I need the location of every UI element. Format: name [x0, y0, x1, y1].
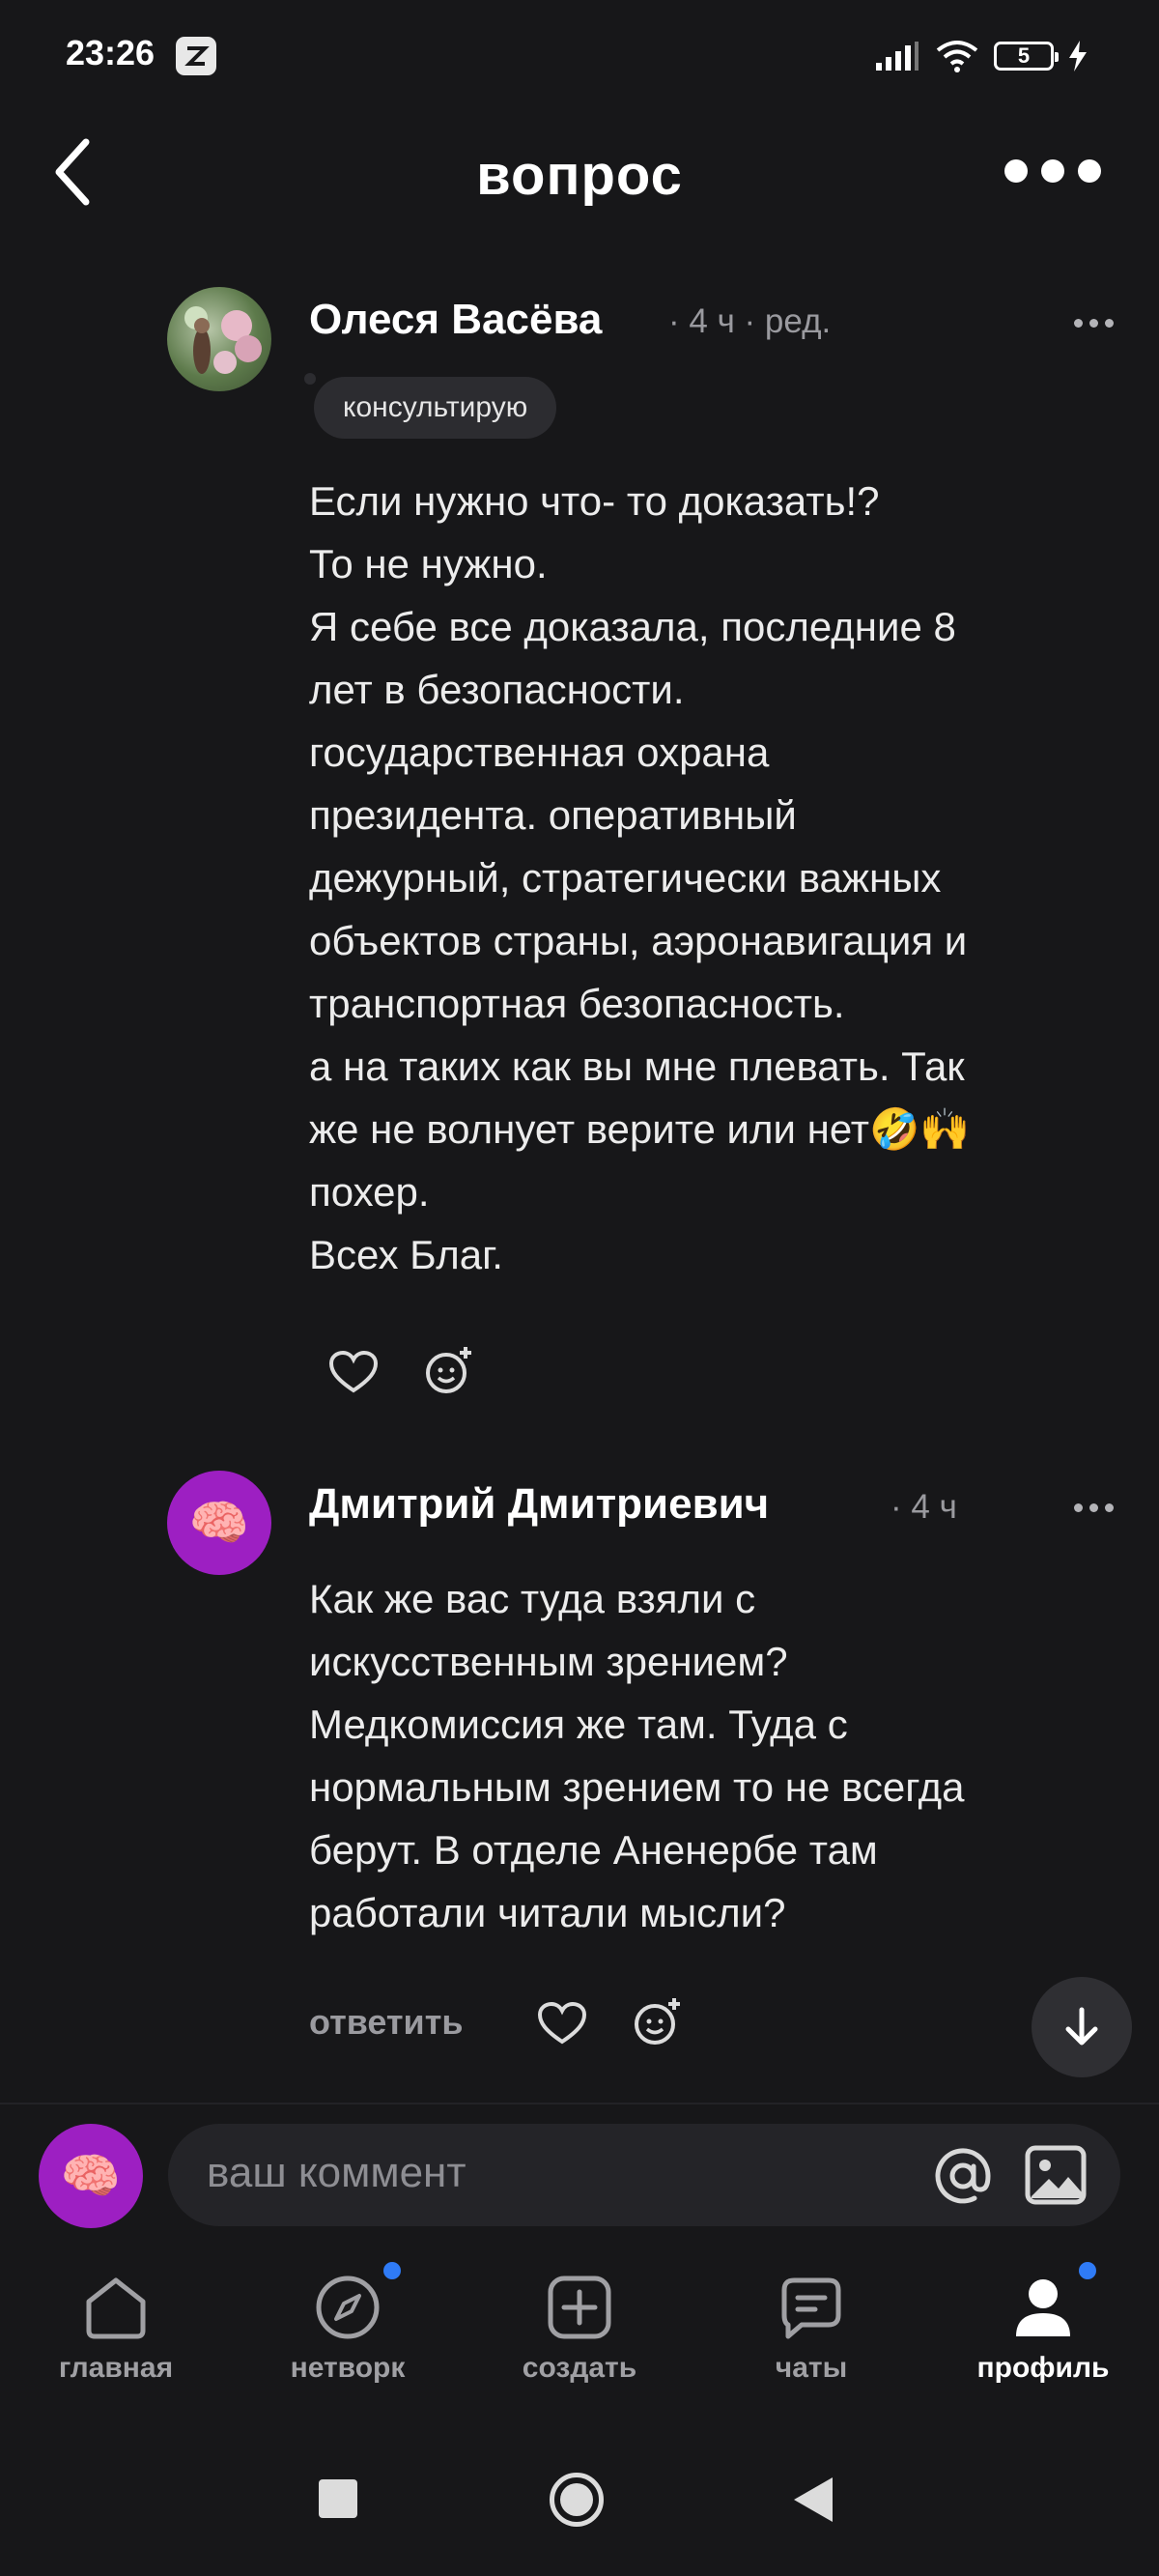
- avatar-emoji: 🧠: [60, 2148, 122, 2203]
- comment-options-button[interactable]: [1074, 1503, 1114, 1512]
- recent-apps-button[interactable]: [319, 2479, 357, 2518]
- system-back-button[interactable]: [794, 2477, 833, 2522]
- nav-label: профиль: [976, 2352, 1110, 2384]
- options-dot: [1089, 319, 1098, 328]
- arrow-down-icon: [1065, 2007, 1098, 2046]
- nav-item-home[interactable]: главная: [19, 2273, 212, 2385]
- emoji-add-icon: [426, 1346, 472, 1393]
- nav-label: главная: [58, 2352, 174, 2384]
- nav-label: нетворк: [290, 2352, 406, 2384]
- home-icon: [86, 2277, 146, 2339]
- options-dot: [1105, 319, 1114, 328]
- comment-author[interactable]: Дмитрий Дмитриевич: [309, 1480, 769, 1529]
- nav-item-network[interactable]: нетворк: [251, 2273, 444, 2385]
- emoji-add-icon: [635, 1997, 681, 2045]
- heart-icon: [537, 2001, 587, 2045]
- comment-meta: · 4 ч: [890, 1488, 957, 1526]
- mention-button[interactable]: [929, 2145, 997, 2207]
- plus-square-icon: [548, 2275, 611, 2339]
- more-dot: [1078, 159, 1101, 183]
- comment-options-button[interactable]: [1074, 319, 1114, 328]
- status-badge: консультирую: [303, 373, 557, 439]
- avatar-photo: [184, 306, 262, 374]
- home-button-inner: [560, 2483, 593, 2516]
- notification-dot: [1079, 2262, 1096, 2279]
- options-dot: [1074, 319, 1083, 328]
- nav-item-profile[interactable]: профиль: [947, 2273, 1140, 2385]
- battery-level: 5: [1017, 43, 1031, 68]
- more-dot: [1004, 159, 1028, 183]
- more-dot: [1041, 159, 1064, 183]
- at-icon: [935, 2148, 991, 2204]
- attach-image-button[interactable]: [1022, 2143, 1089, 2207]
- nav-label: чаты: [775, 2352, 848, 2384]
- image-icon: [1025, 2145, 1087, 2205]
- page-title: вопрос: [476, 144, 683, 207]
- comment-text: Как же вас туда взяли с искусственным зр…: [309, 1576, 965, 1935]
- chat-icon: [781, 2277, 841, 2339]
- avatar-emoji: 🧠: [188, 1495, 250, 1550]
- comment-text: Если нужно что- то доказать!? То не нужн…: [309, 478, 971, 1277]
- notification-app-icon: [176, 37, 216, 75]
- nav-label: создать: [522, 2352, 637, 2384]
- compass-icon: [316, 2275, 380, 2339]
- home-button[interactable]: [550, 2473, 604, 2527]
- more-options-button[interactable]: [995, 155, 1111, 187]
- composer-avatar[interactable]: 🧠: [39, 2124, 143, 2228]
- status-indicators: 5: [874, 35, 1088, 77]
- notification-dot: [383, 2262, 401, 2279]
- nav-item-chats[interactable]: чаты: [715, 2273, 908, 2385]
- avatar[interactable]: [167, 287, 271, 391]
- profile-icon: [1016, 2279, 1070, 2336]
- like-button[interactable]: [533, 1998, 591, 2048]
- charging-icon: [1069, 41, 1087, 72]
- add-reaction-button[interactable]: [421, 1343, 479, 1399]
- nav-item-create[interactable]: создать: [483, 2273, 676, 2385]
- options-dot: [1074, 1503, 1083, 1512]
- options-dot: [1089, 1503, 1098, 1512]
- add-reaction-button[interactable]: [630, 1994, 688, 2050]
- battery-icon: 5: [994, 42, 1059, 71]
- comment-input-placeholder: ваш коммент: [207, 2149, 466, 2196]
- signal-icon: [876, 42, 919, 71]
- like-button[interactable]: [325, 1347, 382, 1397]
- heart-icon: [328, 1350, 379, 1393]
- comment-meta: · 4 ч · ред.: [668, 302, 832, 340]
- wifi-icon: [936, 41, 978, 72]
- reply-button[interactable]: ответить: [309, 2002, 463, 2043]
- status-time: 23:26: [66, 33, 155, 72]
- composer-divider: [0, 2103, 1159, 2104]
- comment-author[interactable]: Олеся Васёва: [309, 296, 602, 344]
- scroll-down-button[interactable]: [1032, 1977, 1132, 2077]
- avatar[interactable]: 🧠: [167, 1471, 271, 1575]
- options-dot: [1105, 1503, 1114, 1512]
